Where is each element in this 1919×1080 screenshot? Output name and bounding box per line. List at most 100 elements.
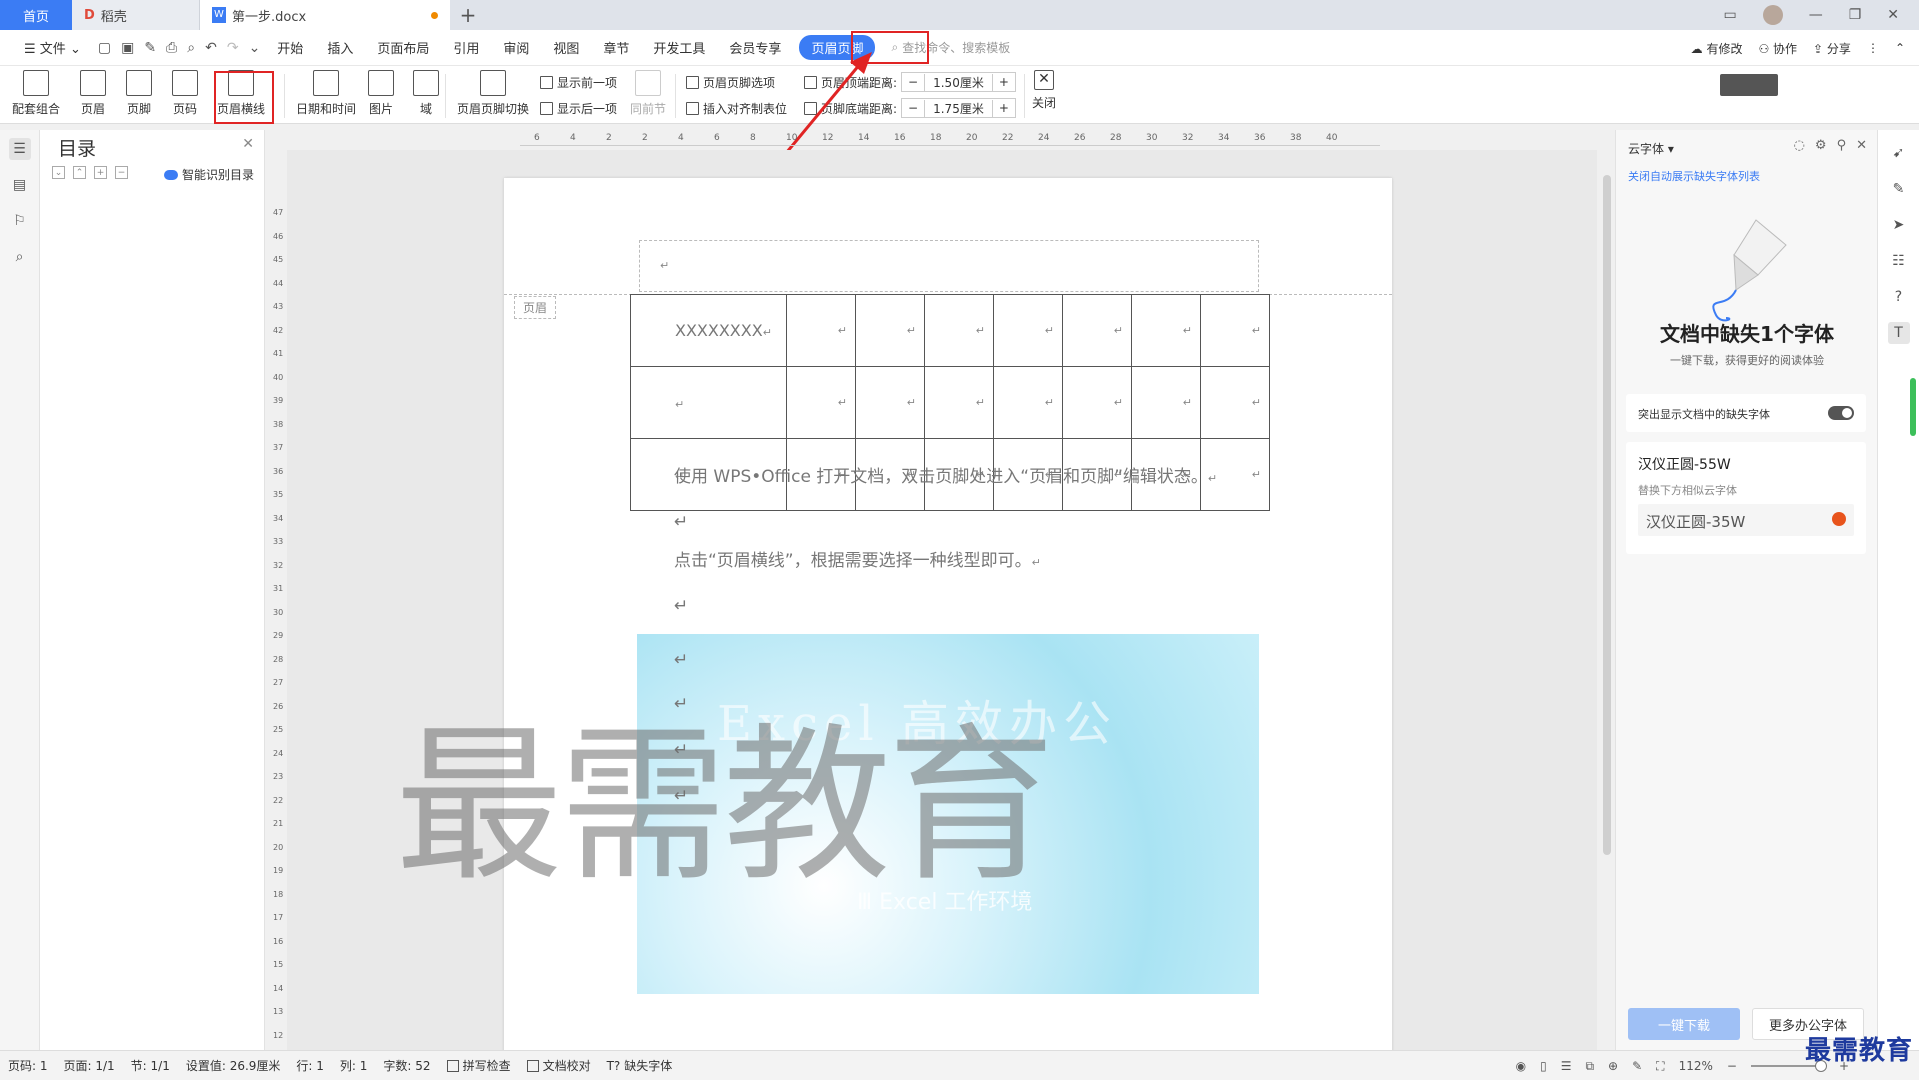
- table-cell[interactable]: ↵: [1062, 294, 1132, 367]
- outline-view-icon[interactable]: ☰: [1561, 1059, 1572, 1073]
- pen-icon[interactable]: ✎: [1888, 178, 1910, 200]
- cloud-font-dropdown[interactable]: 云字体 ▾: [1628, 140, 1674, 157]
- preview-icon[interactable]: ⌕: [182, 40, 200, 56]
- footer-bottom-value[interactable]: 1.75厘米: [924, 99, 993, 117]
- modified-button[interactable]: ☁ 有修改: [1691, 40, 1743, 57]
- menu-item-view[interactable]: 视图: [541, 38, 591, 57]
- table-cell[interactable]: ↵: [924, 294, 994, 367]
- help-icon[interactable]: ?: [1888, 286, 1910, 308]
- settings-icon[interactable]: ⚙: [1815, 138, 1827, 153]
- menu-item-review[interactable]: 审阅: [491, 38, 541, 57]
- font-icon[interactable]: T: [1887, 322, 1910, 344]
- chat-icon[interactable]: ◌: [1794, 138, 1805, 153]
- menu-item-reference[interactable]: 引用: [441, 38, 491, 57]
- fit-page-icon[interactable]: ⛶: [1656, 1059, 1664, 1074]
- table-cell[interactable]: ↵: [1131, 294, 1201, 367]
- table-cell[interactable]: ↵: [855, 366, 925, 439]
- user-avatar[interactable]: [1762, 5, 1783, 25]
- edit-pen-icon[interactable]: ✎: [1632, 1059, 1642, 1073]
- find-icon[interactable]: ⌕: [9, 246, 31, 268]
- customize-icon[interactable]: ⌄: [244, 40, 266, 56]
- status-word-count[interactable]: 字数: 52: [383, 1057, 430, 1074]
- show-next-button[interactable]: 显示后一项: [540, 100, 617, 117]
- header-edit-area[interactable]: ↵: [639, 240, 1259, 292]
- toc-nav-icon[interactable]: ☰: [8, 138, 31, 160]
- share-button[interactable]: ⇪ 分享: [1813, 40, 1851, 57]
- read-view-icon[interactable]: ⧉: [1585, 1059, 1594, 1074]
- image-button[interactable]: 图片: [368, 70, 394, 117]
- date-time-button[interactable]: 日期和时间: [296, 70, 356, 117]
- same-as-prev-button[interactable]: 同前节: [630, 70, 666, 117]
- footer-bottom-increase[interactable]: +: [993, 101, 1015, 115]
- field-button[interactable]: 域: [413, 70, 439, 117]
- empty-paragraph[interactable]: ↵: [674, 512, 688, 532]
- expand-icon[interactable]: ⌃: [73, 166, 86, 179]
- web-view-icon[interactable]: ⊕: [1608, 1059, 1618, 1073]
- document-page[interactable]: ↵ 页眉 XXXXXXXX↵ ↵ ↵ ↵ ↵ ↵ ↵ ↵ ↵ ↵ ↵ ↵ ↵ ↵: [504, 178, 1392, 1050]
- sliders-icon[interactable]: ☷: [1888, 250, 1910, 272]
- header-top-increase[interactable]: +: [993, 75, 1015, 89]
- new-tab-button[interactable]: +: [450, 0, 486, 30]
- eye-icon[interactable]: ◉: [1516, 1059, 1526, 1073]
- menu-item-layout[interactable]: 页面布局: [365, 38, 441, 57]
- close-auto-show-link[interactable]: 关闭自动展示缺失字体列表: [1628, 168, 1760, 184]
- page-number-button[interactable]: 页码: [172, 70, 198, 117]
- empty-paragraph[interactable]: ↵: [674, 650, 688, 670]
- paragraph-2[interactable]: 点击“页眉横线”，根据需要选择一种线型即可。↵: [674, 546, 1041, 571]
- minimize-icon[interactable]: —: [1809, 7, 1823, 23]
- paragraph-1[interactable]: 使用 WPS•Office 打开文档，双击页脚处进入“页眉和页脚”编辑状态。↵: [674, 462, 1217, 487]
- header-button[interactable]: 页眉: [80, 70, 106, 117]
- scrollbar-thumb[interactable]: [1603, 175, 1611, 855]
- collapse-icon[interactable]: ⌄: [52, 166, 65, 179]
- add-icon[interactable]: +: [94, 166, 107, 179]
- zoom-out-icon[interactable]: −: [1727, 1059, 1737, 1073]
- table-cell[interactable]: ↵: [1131, 366, 1201, 439]
- one-click-download-button[interactable]: 一键下载: [1628, 1008, 1740, 1040]
- collapse-ribbon-icon[interactable]: ⌃: [1895, 41, 1905, 55]
- redo-icon[interactable]: ↷: [222, 40, 244, 56]
- tab-home[interactable]: 首页: [0, 0, 72, 30]
- table-cell[interactable]: ↵: [786, 294, 856, 367]
- table-cell[interactable]: ↵: [630, 366, 787, 439]
- table-cell[interactable]: ↵: [1200, 366, 1270, 439]
- table-cell[interactable]: ↵: [924, 366, 994, 439]
- header-footer-options-button[interactable]: 页眉页脚选项: [686, 74, 775, 91]
- page-view-icon[interactable]: ▯: [1540, 1059, 1547, 1073]
- restore-icon[interactable]: ❐: [1849, 7, 1862, 23]
- table-cell[interactable]: ↵: [1200, 294, 1270, 367]
- table-cell[interactable]: ↵: [993, 294, 1063, 367]
- table-cell[interactable]: XXXXXXXX↵: [630, 294, 787, 367]
- more-icon[interactable]: ⋮: [1867, 41, 1879, 55]
- switch-header-footer-button[interactable]: 页眉页脚切换: [457, 70, 529, 117]
- missing-font-button[interactable]: T? 缺失字体: [607, 1057, 673, 1074]
- header-top-stepper[interactable]: − 1.50厘米 +: [901, 72, 1016, 92]
- smart-toc-button[interactable]: 智能识别目录: [163, 166, 254, 183]
- menu-item-start[interactable]: 开始: [265, 38, 315, 57]
- proofread-button[interactable]: 文档校对: [526, 1057, 591, 1074]
- tab-daoke[interactable]: D 稻壳: [72, 0, 200, 30]
- insert-align-tab-button[interactable]: 插入对齐制表位: [686, 100, 787, 117]
- remove-icon[interactable]: −: [115, 166, 128, 179]
- menu-item-dev-tools[interactable]: 开发工具: [641, 38, 717, 57]
- tab-document[interactable]: W 第一步.docx: [200, 0, 450, 30]
- new-icon[interactable]: ▢: [93, 40, 116, 56]
- pin-icon[interactable]: ⚲: [1837, 138, 1847, 153]
- bookmark-icon[interactable]: ⚐: [9, 210, 31, 232]
- close-header-footer-button[interactable]: ✕ 关闭: [1032, 70, 1056, 111]
- collaborate-button[interactable]: ⚇ 协作: [1758, 40, 1797, 57]
- empty-paragraph[interactable]: ↵: [674, 596, 688, 616]
- close-icon[interactable]: ✕: [242, 136, 254, 152]
- print-icon[interactable]: ⎙: [161, 40, 182, 56]
- table-cell[interactable]: ↵: [1062, 366, 1132, 439]
- footer-button[interactable]: 页脚: [126, 70, 152, 117]
- table-cell[interactable]: ↵: [786, 366, 856, 439]
- file-menu[interactable]: ☰ 文件 ⌄: [12, 38, 93, 57]
- vertical-scrollbar[interactable]: [1602, 135, 1612, 1045]
- save-icon[interactable]: ▣: [116, 40, 139, 56]
- footer-bottom-stepper[interactable]: − 1.75厘米 +: [901, 98, 1016, 118]
- table-cell[interactable]: ↵: [855, 294, 925, 367]
- menu-item-insert[interactable]: 插入: [315, 38, 365, 57]
- table-cell[interactable]: ↵: [993, 366, 1063, 439]
- undo-icon[interactable]: ↶: [200, 40, 222, 56]
- footer-bottom-decrease[interactable]: −: [902, 101, 924, 115]
